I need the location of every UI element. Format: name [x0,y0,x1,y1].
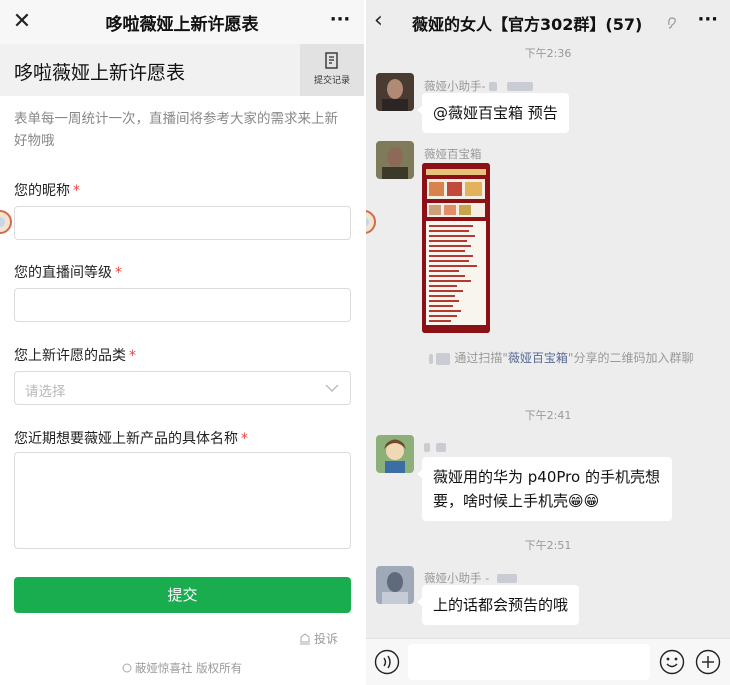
screenshot-composite: ✕ 哆啦薇娅上新许愿表 ··· 哆啦薇娅上新许愿表 提交记录 表单每一周统计一次… [0,0,730,685]
plus-icon[interactable] [695,649,721,675]
system-message-link[interactable]: 薇娅百宝箱 [508,351,568,365]
sender-name [424,440,446,454]
complain-link[interactable]: 投诉 [299,630,338,647]
message-input[interactable] [408,644,650,680]
avatar[interactable] [376,141,414,179]
document-icon [325,52,338,69]
avatar[interactable] [376,73,414,111]
form-top-bar: ✕ 哆啦薇娅上新许愿表 ··· [0,0,364,44]
sender-name: 薇娅小助手- [424,78,533,94]
sender-name: 薇娅小助手 - [424,570,517,586]
category-select[interactable]: 请选择 [14,371,351,405]
voice-input-icon[interactable] [374,649,400,675]
live-level-input[interactable] [14,288,351,322]
timestamp: 下午2:51 [524,539,572,552]
avatar-photo-icon [376,566,414,604]
group-chat-panel: ‹ 薇娅的女人【官方302群】(57) ··· 下午2:36 薇娅小助手- @薇… [366,0,730,685]
back-button[interactable]: ‹ [374,8,398,36]
chat-input-bar [366,638,730,685]
chat-title: 薇娅的女人【官方302群】(57) [412,15,643,34]
message-bubble[interactable]: 薇娅用的华为 p40Pro 的手机壳想要，啥时候上手机壳😁😁 [417,457,672,521]
message-bubble[interactable]: @薇娅百宝箱 预告 [417,93,569,133]
submit-button[interactable]: 提交 [14,577,351,613]
more-menu-button[interactable]: ··· [697,8,718,32]
message-bubble[interactable]: 上的话都会预告的哦 [416,585,580,625]
ear-icon [668,17,676,29]
sender-name: 薇娅百宝箱 [424,147,482,161]
product-name-textarea[interactable] [14,452,351,549]
page-title: 哆啦薇娅上新许愿表 [105,15,259,35]
promo-poster-image [422,163,490,333]
timestamp: 下午2:41 [524,409,572,422]
category-placeholder: 请选择 [25,384,66,400]
avatar-photo-icon [376,141,414,179]
product-name-label: 您近期想要薇娅上新产品的具体名称 * [14,431,248,447]
wish-form-panel: ✕ 哆啦薇娅上新许愿表 ··· 哆啦薇娅上新许愿表 提交记录 表单每一周统计一次… [0,0,364,685]
complain-icon [299,633,310,645]
copyright-text: 蔽娅惊喜社 版权所有 [0,660,364,676]
copyright-label: 蔽娅惊喜社 版权所有 [134,661,243,675]
category-label: 您上新许愿的品类 * [14,348,136,364]
emoji-icon[interactable] [659,649,685,675]
system-message: 通过扫描"薇娅百宝箱"分享的二维码加入群聊 [396,348,726,368]
avatar-cartoon-icon [376,435,414,473]
form-description: 表单每一周统计一次，直播间将参考大家的需求来上新好物哦 [14,111,338,149]
avatar[interactable] [376,435,414,473]
avatar[interactable] [376,566,414,604]
form-header: 哆啦薇娅上新许愿表 提交记录 [0,44,364,96]
more-menu-button[interactable]: ··· [326,8,354,36]
chevron-down-icon [325,384,339,392]
timestamp: 下午2:36 [524,47,572,60]
copyright-icon [122,663,132,673]
form-title: 哆啦薇娅上新许愿表 [14,62,186,84]
submit-records-label: 提交记录 [313,76,350,86]
complain-label: 投诉 [313,632,338,646]
submit-records-button[interactable]: 提交记录 [300,44,364,96]
nickname-label: 您的昵称 * [14,183,80,199]
shared-image-message[interactable] [422,163,490,333]
decorative-mascot-icon [0,210,12,234]
live-level-label: 您的直播间等级 * [14,265,122,281]
close-button[interactable]: ✕ [8,8,36,36]
nickname-input[interactable] [14,206,351,240]
chat-top-bar: ‹ 薇娅的女人【官方302群】(57) ··· [366,0,730,44]
decorative-mascot-icon [366,210,376,234]
avatar-photo-icon [376,73,414,111]
